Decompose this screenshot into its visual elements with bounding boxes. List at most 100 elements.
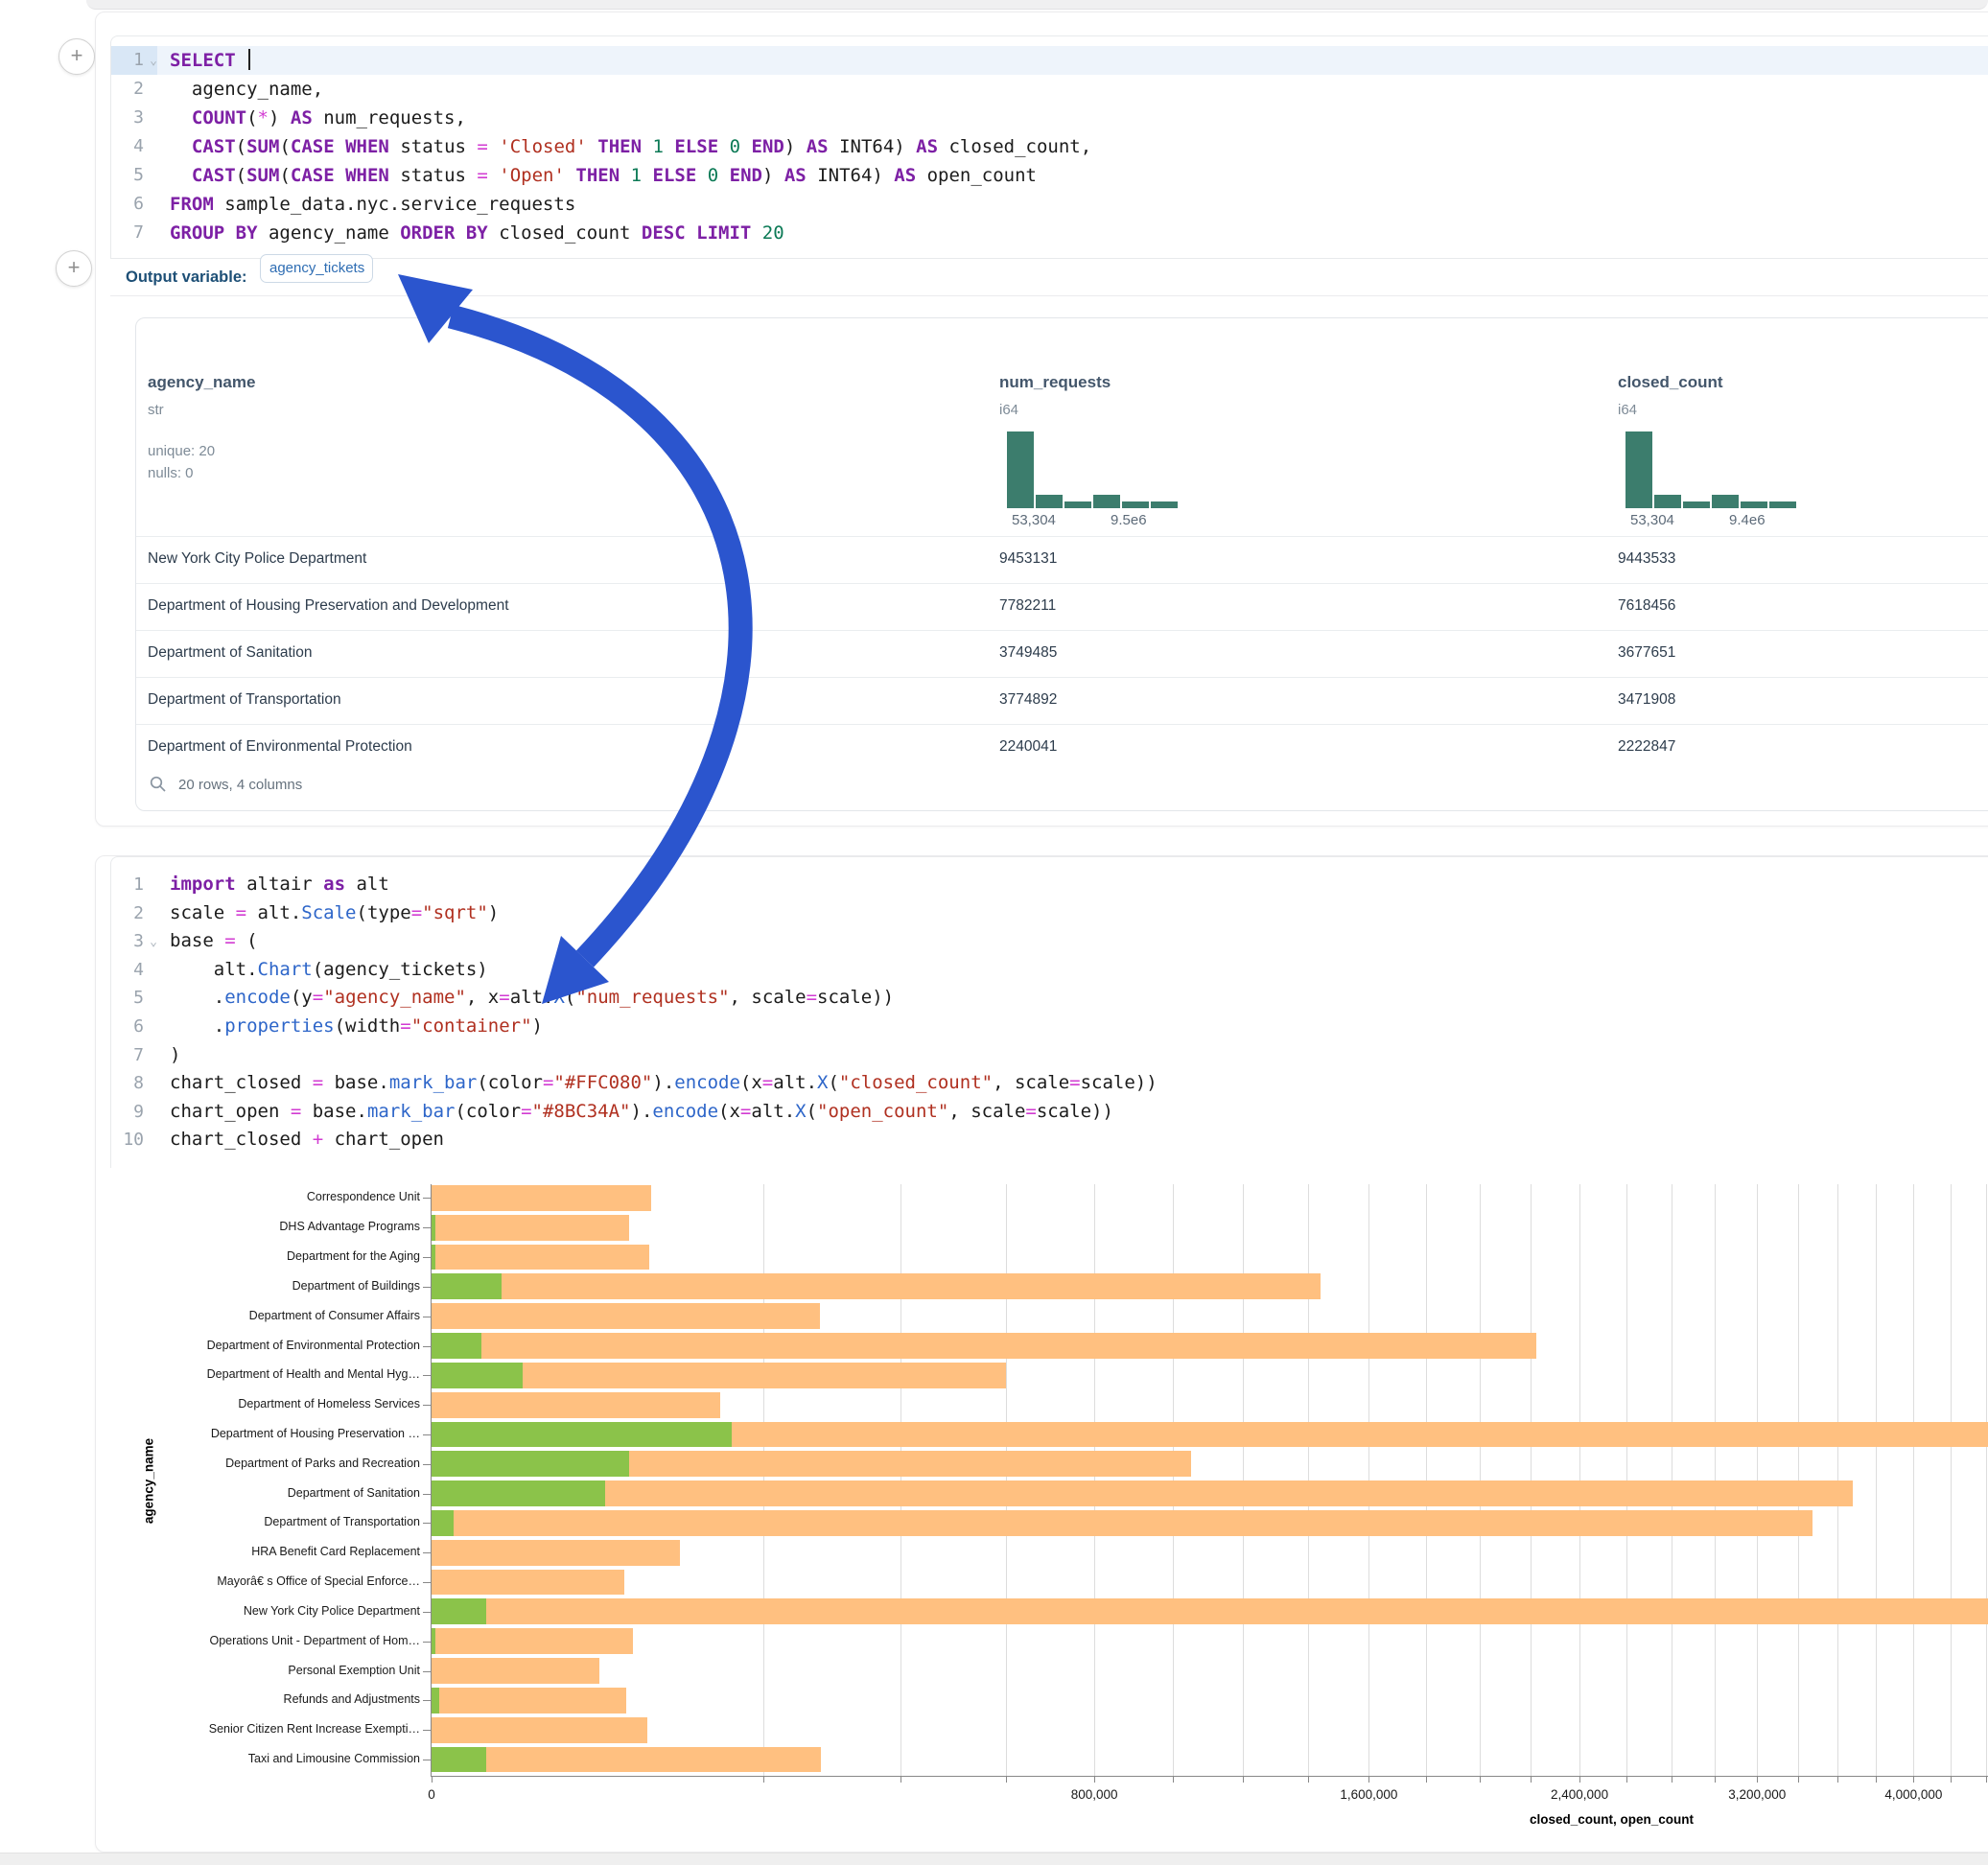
code-line[interactable]: 8 chart_closed = base.mark_bar(color="#FF… [111,1069,1988,1098]
fold-chevron-icon[interactable]: ⌄ [144,47,157,76]
line-number: 6 [111,1013,157,1041]
code-text: FROM sample_data.nyc.service_requests [170,190,575,219]
line-number: 3⌄ [111,927,157,956]
histogram-bar [1769,501,1796,508]
histogram-bar [1712,495,1739,508]
line-number: 2 [111,75,157,104]
column-type: i64 [1618,402,1637,419]
code-line[interactable]: 4 CAST(SUM(CASE WHEN status = 'Closed' T… [111,132,1988,161]
code-text: agency_name, [170,75,323,104]
divider [110,295,1988,296]
output-variable-label: Output variable: [126,260,247,294]
line-number: 5 [111,984,157,1013]
previous-cell-edge [86,0,1988,10]
histogram-bar [1683,501,1710,508]
code-line[interactable]: 9 chart_open = base.mark_bar(color="#8BC3… [111,1098,1988,1127]
code-line[interactable]: 5 CAST(SUM(CASE WHEN status = 'Open' THE… [111,161,1988,190]
code-text: .encode(y="agency_name", x=alt.X("num_re… [170,984,894,1013]
code-line[interactable]: 10chart_closed + chart_open [111,1126,1988,1154]
output-variable-input[interactable]: agency_tickets [260,254,373,283]
python-code-editor[interactable]: 1 import altair as alt2scale = alt.Scale(… [110,856,1988,1168]
histogram-num-requests [1007,431,1181,508]
table-row: Department of Housing Preservation and D… [136,583,1988,631]
column-type: i64 [999,402,1018,419]
code-text: .properties(width="container") [170,1013,543,1041]
code-line[interactable]: 1 import altair as alt [111,871,1988,899]
sql-cell-card: 1⌄SELECT 2 agency_name,3 COUNT(*) AS num… [95,12,1988,827]
cell-agency-name: Department of Transportation [148,691,341,709]
line-number: 5 [111,161,157,190]
code-line[interactable]: 4 alt.Chart(agency_tickets) [111,956,1988,985]
cell-num-requests: 3774892 [999,691,1057,709]
cell-closed-count: 2222847 [1618,738,1675,756]
column-header-agency-name: agency_name [148,373,255,392]
table-row: Department of Transportation377489234719… [136,677,1988,725]
code-text: SELECT [170,46,250,75]
line-number: 1⌄ [111,46,157,75]
line-number: 7 [111,1041,157,1070]
histogram-closed-count [1625,431,1800,508]
table-row: New York City Police Department 9453131 94… [136,536,1988,584]
histogram-bar [1151,501,1178,508]
cell-num-requests: 7782211 [999,597,1056,615]
line-number: 3 [111,104,157,132]
cell-closed-count: 7618456 [1618,597,1675,615]
sql-code-editor[interactable]: 1⌄SELECT 2 agency_name,3 COUNT(*) AS num… [110,35,1988,259]
column-type: str [148,402,164,419]
fold-chevron-icon[interactable]: ⌄ [144,928,157,957]
line-number: 10 [111,1126,157,1154]
histogram-bar [1036,495,1063,508]
code-text: chart_closed = base.mark_bar(color="#FFC… [170,1069,1158,1098]
cell-closed-count: 9443533 [1618,550,1675,568]
line-number: 1 [111,871,157,899]
code-line[interactable]: 2scale = alt.Scale(type="sqrt") [111,899,1988,928]
histogram-bar [1064,501,1091,508]
code-line[interactable]: 6 FROM sample_data.nyc.service_requests [111,190,1988,219]
cell-num-requests: 2240041 [999,738,1057,756]
code-text: ) [170,1041,180,1070]
code-line[interactable]: 2 agency_name, [111,75,1988,104]
code-line[interactable]: 1⌄ SELECT [111,46,1988,75]
histogram-bar [1654,495,1681,508]
cell-agency-name: Department of Environmental Protection [148,738,412,756]
code-line[interactable]: 3 COUNT(*) AS num_requests, [111,104,1988,132]
line-number: 6 [111,190,157,219]
code-text: CAST(SUM(CASE WHEN status = 'Closed' THE… [170,132,1091,161]
code-text: GROUP BY agency_name ORDER BY closed_cou… [170,219,784,247]
code-line[interactable]: 3⌄ base = ( [111,927,1988,956]
cell-num-requests: 9453131 [999,550,1057,568]
line-number: 7 [111,219,157,247]
code-text: COUNT(*) AS num_requests, [170,104,466,132]
code-line[interactable]: 7) [111,1041,1988,1070]
table-row: Department of Environmental Protection 22… [136,724,1988,772]
cell-agency-name: Department of Housing Preservation and D… [148,597,509,615]
code-text: scale = alt.Scale(type="sqrt") [170,899,499,928]
histogram-bar [1741,501,1767,508]
add-cell-button-top[interactable]: + [58,38,95,75]
code-line[interactable]: 5 .encode(y="agency_name", x=alt.X("num_… [111,984,1988,1013]
line-number: 9 [111,1098,157,1127]
code-text: chart_open = base.mark_bar(color="#8BC34… [170,1098,1113,1127]
column-header-closed-count: closed_count [1618,373,1723,392]
code-text: base = ( [170,927,258,956]
code-line[interactable]: 6 .properties(width="container") [111,1013,1988,1041]
text-cursor [248,49,250,70]
code-text: import altair as alt [170,871,389,899]
line-number: 8 [111,1069,157,1098]
cell-agency-name: New York City Police Department [148,550,366,568]
table-footer[interactable]: 20 rows, 4 columns [150,774,302,797]
column-header-num-requests: num_requests [999,373,1111,392]
histogram-labels: 53,304 9.5e6 [1007,512,1228,529]
code-line[interactable]: 7 GROUP BY agency_name ORDER BY closed_co… [111,219,1988,247]
add-cell-button-middle[interactable]: + [56,250,92,287]
histogram-bar [1093,495,1120,508]
next-element-edge [0,1853,1988,1865]
search-icon[interactable] [150,776,167,793]
python-cell-card: 1 import altair as alt2scale = alt.Scale(… [95,855,1988,1853]
cell-num-requests: 3749485 [999,644,1057,662]
table-shape-text: 20 rows, 4 columns [178,777,302,793]
table-row: Department of Sanitation 3749485 3677651 [136,630,1988,678]
cell-agency-name: Department of Sanitation [148,644,312,662]
cell-closed-count: 3677651 [1618,644,1675,662]
code-text: alt.Chart(agency_tickets) [170,956,488,985]
